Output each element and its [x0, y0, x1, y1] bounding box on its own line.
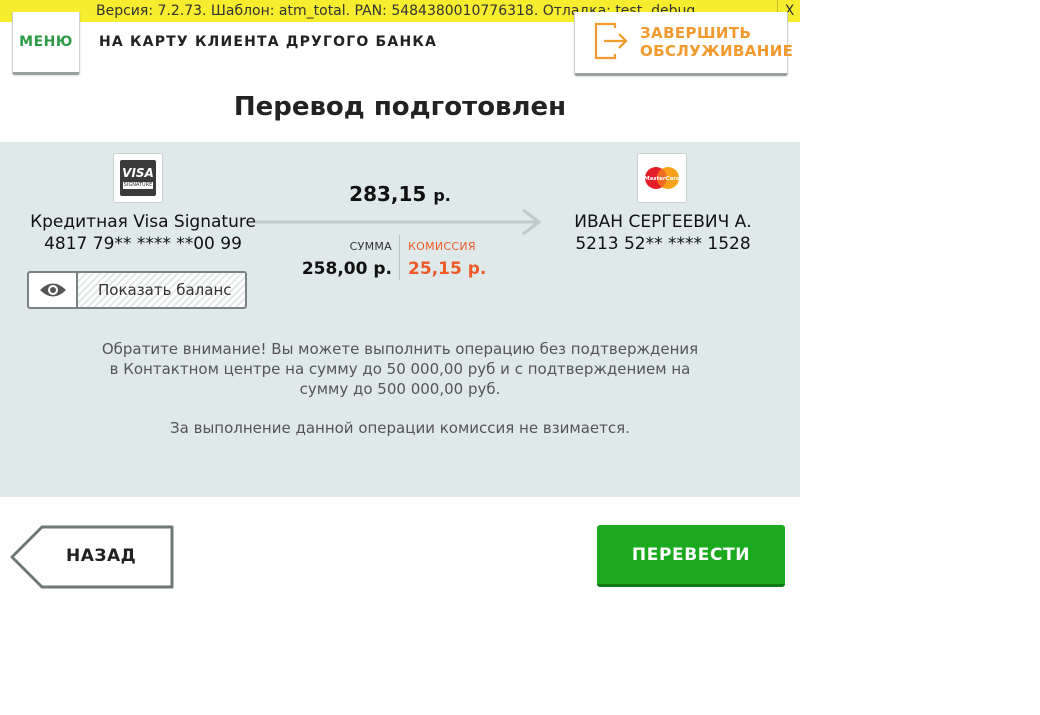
page-title: Перевод подготовлен — [233, 92, 567, 122]
mastercard-logo: MasterCard — [644, 167, 680, 189]
recipient-name: ИВАН СЕРГЕЕВИЧ А. — [574, 212, 752, 232]
eye-icon — [29, 273, 78, 307]
recipient-card-number: 5213 52** **** 1528 — [575, 234, 751, 254]
limits-notice: Обратите внимание! Вы можете выполнить о… — [101, 340, 699, 398]
transfer-arrow-icon — [255, 208, 542, 236]
finish-service-button[interactable]: ЗАВЕРШИТЬ ОБСЛУЖИВАНИЕ — [574, 12, 793, 76]
page-subtitle: НА КАРТУ КЛИЕНТА ДРУГОГО БАНКА — [99, 34, 438, 50]
source-card-name: Кредитная Visa Signature — [30, 212, 256, 232]
source-card-logo: VISA SIGNATURE — [113, 153, 163, 203]
visa-signature-logo: VISA SIGNATURE — [120, 160, 156, 196]
total-amount: 283,15 р. — [349, 182, 451, 206]
exit-icon — [594, 22, 628, 60]
svg-text:MasterCard: MasterCard — [644, 176, 680, 182]
transfer-button-label: ПЕРЕВЕСТИ — [631, 544, 751, 565]
source-card-number: 4817 79** **** **00 99 — [44, 234, 242, 254]
amount-divider — [399, 235, 400, 280]
finish-service-label: ЗАВЕРШИТЬ ОБСЛУЖИВАНИЕ — [640, 24, 794, 60]
transfer-button[interactable]: ПЕРЕВЕСТИ — [597, 525, 785, 587]
fee-notice: За выполнение данной операции комиссия н… — [170, 419, 630, 437]
amount-value: 258,00 р. — [301, 259, 392, 279]
back-button-label: НАЗАД — [66, 546, 137, 566]
destination-card-logo: MasterCard — [637, 153, 687, 203]
menu-button[interactable]: МЕНЮ — [12, 12, 80, 75]
fee-label: КОМИССИЯ — [408, 240, 476, 253]
fee-value: 25,15 р. — [408, 259, 487, 279]
menu-button-label: МЕНЮ — [19, 34, 73, 50]
amount-label: СУММА — [349, 240, 392, 253]
transfer-panel: VISA SIGNATURE MasterCard Кредитная Visa… — [0, 142, 800, 497]
show-balance-label: Показать баланс — [78, 273, 245, 307]
show-balance-button[interactable]: Показать баланс — [27, 271, 247, 309]
